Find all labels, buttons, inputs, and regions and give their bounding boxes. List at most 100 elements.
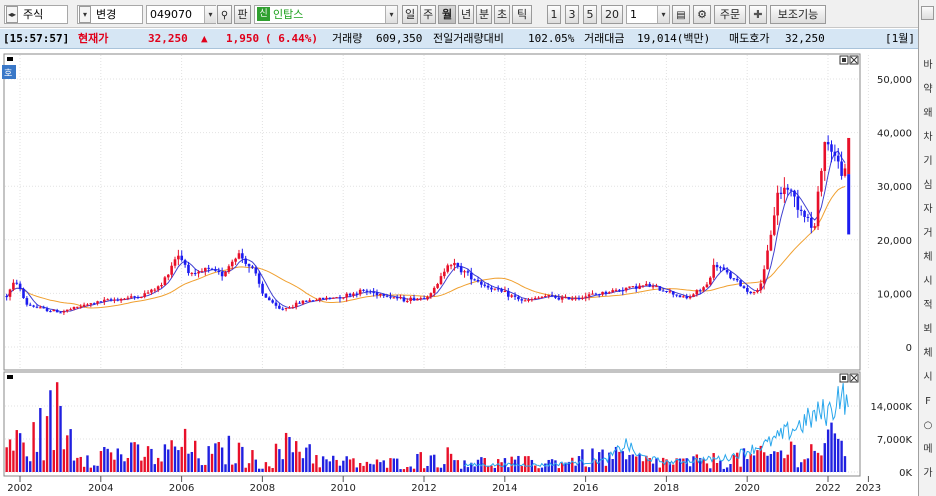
candle-body — [177, 255, 180, 260]
chevron-down-icon[interactable]: ▾ — [204, 6, 216, 23]
chevron-down-icon[interactable]: ▾ — [657, 6, 669, 23]
price-tick-label: 40,000 — [877, 129, 912, 140]
candle-body — [59, 312, 62, 314]
volume-bar — [96, 465, 99, 472]
side-panel-button[interactable] — [921, 6, 934, 20]
side-panel-label: 체 — [923, 252, 933, 263]
candle-body — [725, 270, 729, 273]
candle-body — [315, 300, 318, 302]
fan-button[interactable]: 판 — [234, 5, 251, 24]
volume-bar — [133, 442, 136, 472]
candle-body — [123, 298, 126, 300]
candle-body — [288, 307, 291, 309]
candle-body — [321, 297, 325, 300]
candle-body — [76, 306, 79, 308]
period-minute-button[interactable]: 분 — [476, 5, 492, 24]
candle-body — [756, 290, 759, 293]
candle-body — [574, 298, 577, 300]
aux-function-button[interactable]: 보조기능 — [770, 5, 826, 24]
candle-body — [476, 279, 480, 282]
price-tick-label: 50,000 — [877, 75, 912, 86]
n-20-button[interactable]: 20 — [601, 5, 623, 24]
n-5-button[interactable]: 5 — [583, 5, 597, 24]
search-button[interactable]: ⚲ — [217, 5, 232, 24]
candle-body — [365, 290, 369, 292]
maximize-icon[interactable] — [839, 55, 849, 65]
quote-info-bar: [15:57:57] 현재가 32,250 ▲ 1,950 ( 6.44%) 거… — [0, 29, 918, 49]
volume-bar — [574, 465, 577, 472]
period-second-button[interactable]: 초 — [494, 5, 510, 24]
close-icon[interactable] — [849, 55, 859, 65]
candle-body — [762, 269, 766, 284]
market-select[interactable]: ◂▸ 주식 — [4, 5, 68, 24]
volume-bar — [682, 458, 685, 472]
amount-label: 거래대금 — [584, 32, 625, 45]
candle-body — [133, 296, 136, 298]
chart-canvas[interactable]: 50,000 40,000 30,000 20,000 10,000 0 14,000K 7… — [0, 50, 918, 496]
candle-body — [392, 297, 396, 299]
candle-body — [648, 283, 652, 287]
volume-bar — [224, 464, 227, 472]
n-3-button[interactable]: 3 — [565, 5, 579, 24]
candle-body — [591, 293, 594, 295]
volume-bar — [274, 443, 278, 472]
quote-time: [15:57:57] — [3, 32, 70, 45]
period-year-button[interactable]: 년 — [458, 5, 474, 24]
period-month-button[interactable]: 월 — [438, 5, 456, 24]
volume-bar — [8, 439, 12, 472]
change-select[interactable]: ▾ 변경 — [77, 5, 143, 24]
candle-body — [432, 287, 436, 294]
candle-body — [204, 267, 207, 272]
candle-body — [739, 280, 742, 287]
side-panel-label: 체 — [923, 348, 933, 359]
volume-bar — [473, 466, 476, 472]
count-input[interactable]: 1 ▾ — [626, 5, 670, 24]
volume-bar — [773, 451, 776, 472]
stock-code-input[interactable]: 049070 ▾ — [146, 5, 216, 24]
candle-body — [776, 192, 779, 216]
volume-bar — [833, 433, 837, 472]
candle-body — [621, 290, 625, 292]
save-button[interactable]: ▤ — [672, 5, 690, 24]
stock-chart[interactable]: 50,000 40,000 30,000 20,000 10,000 0 14,000K 7… — [0, 50, 918, 496]
volume-bar — [153, 464, 157, 472]
volume-bar — [264, 462, 268, 472]
period-week-button[interactable]: 주 — [420, 5, 436, 24]
volume-bar — [399, 469, 402, 472]
candle-body — [25, 298, 29, 305]
order-button[interactable]: 주문 — [714, 5, 746, 24]
stock-name-input[interactable]: 신 인탑스 ▾ — [254, 5, 398, 24]
candle-body — [170, 265, 173, 275]
volume-bar — [106, 448, 109, 472]
candle-body — [210, 268, 214, 270]
candle-body — [254, 267, 258, 274]
quote-toggle-icon[interactable]: 호 — [2, 65, 16, 79]
maximize-icon[interactable] — [839, 373, 849, 383]
period-day-button[interactable]: 일 — [402, 5, 418, 24]
candle-body — [695, 290, 699, 295]
volume-bar — [325, 459, 328, 472]
volume-bar — [786, 454, 789, 472]
candle-body — [28, 304, 32, 306]
settings-button[interactable]: ⚙ — [693, 5, 711, 24]
candle-body — [587, 294, 591, 297]
close-icon[interactable] — [849, 373, 859, 383]
period-tick-button[interactable]: 틱 — [512, 5, 532, 24]
candle-body — [382, 293, 386, 296]
chevron-down-icon[interactable]: ▾ — [385, 6, 397, 23]
add-button[interactable]: ✚ — [749, 5, 767, 24]
n-1-button[interactable]: 1 — [547, 5, 561, 24]
candle-body — [180, 255, 184, 261]
candle-body — [79, 306, 83, 308]
price-panel[interactable] — [3, 53, 861, 371]
volume-bar — [247, 463, 251, 472]
candle-body — [634, 286, 638, 289]
candle-body — [318, 297, 322, 301]
volume-bar — [803, 459, 806, 472]
spin-arrows-icon[interactable]: ◂▸ — [6, 6, 18, 23]
chevron-down-icon[interactable]: ▾ — [79, 6, 91, 23]
volume-bar — [641, 461, 645, 472]
candle-body — [422, 298, 426, 300]
candle-body — [453, 262, 456, 266]
volume-bar — [194, 440, 197, 472]
